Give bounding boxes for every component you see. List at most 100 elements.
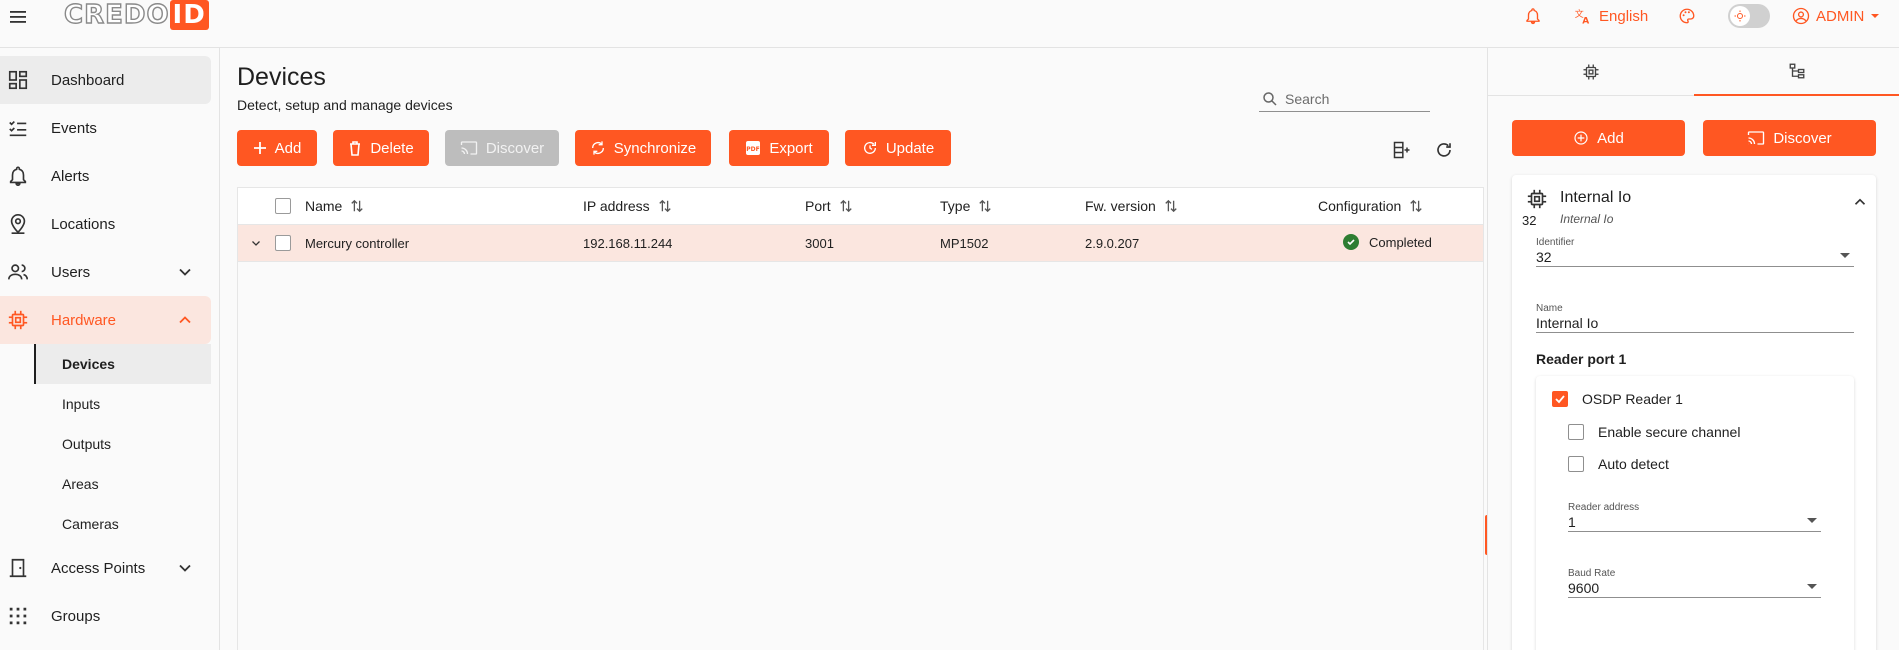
panel-tabs xyxy=(1488,48,1899,96)
sort-icon xyxy=(351,199,364,213)
svg-text:A: A xyxy=(1582,17,1589,26)
name-value: Internal Io xyxy=(1536,315,1599,331)
column-header-ip[interactable]: IP address xyxy=(583,198,672,214)
sidebar-item-label: Events xyxy=(51,119,97,137)
card-title: Internal Io xyxy=(1560,189,1632,206)
cell-fw-version: 2.9.0.207 xyxy=(1085,236,1140,251)
name-label: Name xyxy=(1536,303,1563,314)
refresh-icon[interactable] xyxy=(1431,137,1457,163)
details-panel: Add Discover 32 Internal Io Internal Io … xyxy=(1487,48,1899,650)
sidebar-item-label: Groups xyxy=(51,607,101,625)
events-icon xyxy=(9,120,27,137)
sort-icon xyxy=(1165,199,1177,213)
cast-icon xyxy=(460,141,477,155)
location-icon xyxy=(10,214,26,234)
sort-icon xyxy=(1410,199,1422,213)
page-title: Devices xyxy=(237,63,326,91)
cell-type: MP1502 xyxy=(940,236,989,251)
reader-port-card: OSDP Reader 1 Enable secure channel Auto… xyxy=(1536,376,1854,650)
baud-rate-value: 9600 xyxy=(1568,580,1600,596)
sidebar-item-alerts[interactable]: Alerts xyxy=(0,152,211,200)
sidebar-item-groups[interactable]: Groups xyxy=(0,592,211,640)
discover-button[interactable]: Discover xyxy=(445,130,559,166)
bell-icon xyxy=(9,166,27,186)
identifier-value: 32 xyxy=(1536,249,1552,265)
sort-icon xyxy=(658,199,671,213)
osdp-reader-label: OSDP Reader 1 xyxy=(1582,391,1683,407)
user-menu[interactable]: ADMIN xyxy=(1792,4,1880,28)
language-selector[interactable]: 文A English xyxy=(1573,4,1648,28)
sidebar-item-label: Dashboard xyxy=(51,71,125,89)
sidebar-subitem-areas[interactable]: Areas xyxy=(34,464,211,504)
update-icon xyxy=(863,141,876,154)
hamburger-menu-icon[interactable] xyxy=(6,5,30,29)
osdp-reader-checkbox[interactable] xyxy=(1552,391,1568,407)
check-circle-icon xyxy=(1343,234,1359,250)
language-label: English xyxy=(1599,7,1649,25)
sidebar-subitem-inputs[interactable]: Inputs xyxy=(34,384,211,424)
select-all-checkbox[interactable] xyxy=(275,198,291,214)
delete-button[interactable]: Delete xyxy=(333,130,429,166)
groups-icon xyxy=(9,607,27,625)
reader-address-value: 1 xyxy=(1568,514,1576,530)
row-checkbox[interactable] xyxy=(275,235,291,251)
theme-toggle[interactable] xyxy=(1728,4,1770,28)
identifier-select[interactable]: Identifier 32 xyxy=(1536,237,1854,267)
sidebar-item-label: Users xyxy=(51,263,91,281)
page-subtitle: Detect, setup and manage devices xyxy=(237,97,453,113)
tab-device[interactable] xyxy=(1488,48,1694,96)
chip-icon xyxy=(1583,64,1599,80)
column-header-type[interactable]: Type xyxy=(940,198,992,214)
auto-detect-checkbox[interactable] xyxy=(1568,456,1584,472)
identifier-label: Identifier xyxy=(1536,237,1575,248)
synchronize-button[interactable]: Synchronize xyxy=(575,130,711,166)
column-header-configuration[interactable]: Configuration xyxy=(1318,198,1423,214)
tab-tree[interactable] xyxy=(1694,48,1899,96)
table-header: Name IP address Port Type Fw. version Co… xyxy=(238,188,1483,225)
svg-text:PDF: PDF xyxy=(747,146,760,153)
chevron-up-icon[interactable] xyxy=(1851,193,1869,211)
users-icon xyxy=(8,264,28,280)
column-header-port[interactable]: Port xyxy=(805,198,853,214)
update-button[interactable]: Update xyxy=(845,130,951,166)
reader-address-select[interactable]: Reader address 1 xyxy=(1568,502,1821,532)
sidebar-item-locations[interactable]: Locations xyxy=(0,200,211,248)
active-indicator xyxy=(34,344,36,384)
account-circle-icon xyxy=(1792,7,1810,25)
notifications-bell-icon[interactable] xyxy=(1524,4,1542,28)
expand-row-icon[interactable] xyxy=(250,237,262,249)
panel-add-button[interactable]: Add xyxy=(1512,120,1685,156)
baud-rate-select[interactable]: Baud Rate 9600 xyxy=(1568,568,1821,598)
top-bar: CREDO ID 文A English ADMIN xyxy=(0,0,1899,48)
secure-channel-checkbox[interactable] xyxy=(1568,424,1584,440)
cell-port: 3001 xyxy=(805,236,834,251)
dropdown-arrow-icon xyxy=(1807,518,1817,523)
sort-icon xyxy=(979,199,992,213)
export-button[interactable]: PDF Export xyxy=(729,130,829,166)
secure-channel-label: Enable secure channel xyxy=(1598,424,1741,440)
translate-icon: 文A xyxy=(1573,7,1593,25)
search-input[interactable] xyxy=(1285,90,1425,107)
sidebar-subitem-cameras[interactable]: Cameras xyxy=(34,504,211,544)
sidebar: Dashboard Events Alerts Locations Users … xyxy=(0,48,220,650)
name-field[interactable]: Name Internal Io xyxy=(1536,303,1854,333)
table-row[interactable]: Mercury controller 192.168.11.244 3001 M… xyxy=(238,225,1483,262)
sidebar-item-users[interactable]: Users xyxy=(0,248,211,296)
sidebar-item-dashboard[interactable]: Dashboard xyxy=(0,56,211,104)
cell-name: Mercury controller xyxy=(305,236,410,251)
baud-rate-label: Baud Rate xyxy=(1568,568,1616,579)
sidebar-item-events[interactable]: Events xyxy=(0,104,211,152)
sidebar-subitem-outputs[interactable]: Outputs xyxy=(34,424,211,464)
sidebar-subitem-devices[interactable]: Devices xyxy=(34,344,211,384)
palette-icon[interactable] xyxy=(1678,4,1696,28)
add-column-icon[interactable] xyxy=(1389,137,1415,163)
plus-circle-icon xyxy=(1574,131,1588,145)
caret-down-icon xyxy=(1870,11,1880,21)
add-button[interactable]: Add xyxy=(237,130,317,166)
panel-discover-button[interactable]: Discover xyxy=(1703,120,1876,156)
column-header-fw-version[interactable]: Fw. version xyxy=(1085,198,1178,214)
sidebar-item-hardware[interactable]: Hardware xyxy=(0,296,211,344)
card-subtitle: Internal Io xyxy=(1560,212,1614,226)
sidebar-item-access-points[interactable]: Access Points xyxy=(0,544,211,592)
column-header-name[interactable]: Name xyxy=(305,198,364,214)
